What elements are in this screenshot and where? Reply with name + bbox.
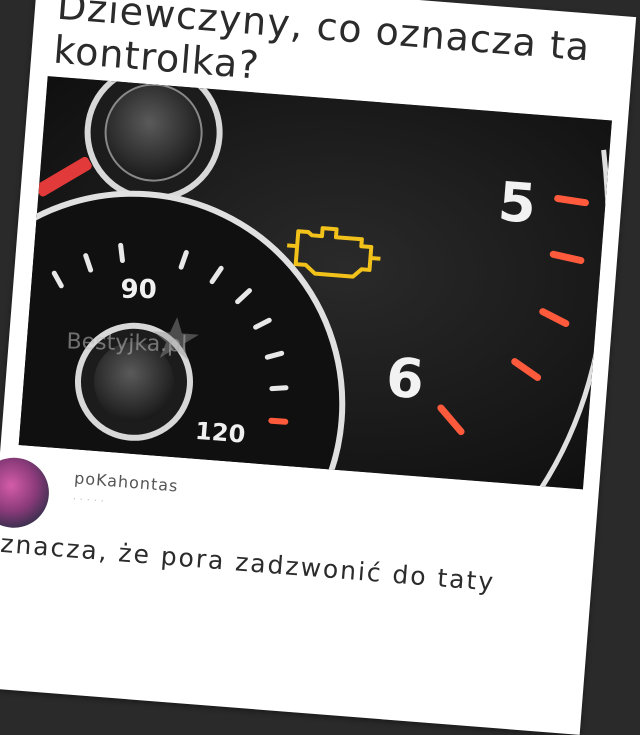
gauge-number-90: 90 bbox=[120, 275, 156, 305]
comment-meta: · · · · · bbox=[72, 492, 105, 508]
gauge-number-120: 120 bbox=[194, 417, 246, 449]
dashboard-photo: 90 120 Bestyjka.pl 5 6 bbox=[18, 76, 612, 490]
post-card: Dziewczyny, co oznacza ta kontrolka? 90 … bbox=[0, 0, 637, 735]
page: { "post": { "title": "Dziewczyny, co ozn… bbox=[0, 0, 640, 735]
speed-red-tick bbox=[268, 417, 289, 425]
gauge-number-6: 6 bbox=[384, 346, 426, 412]
author-name[interactable]: poKahontas bbox=[74, 468, 180, 495]
gauge-number-5: 5 bbox=[496, 170, 538, 236]
avatar[interactable] bbox=[0, 455, 52, 531]
